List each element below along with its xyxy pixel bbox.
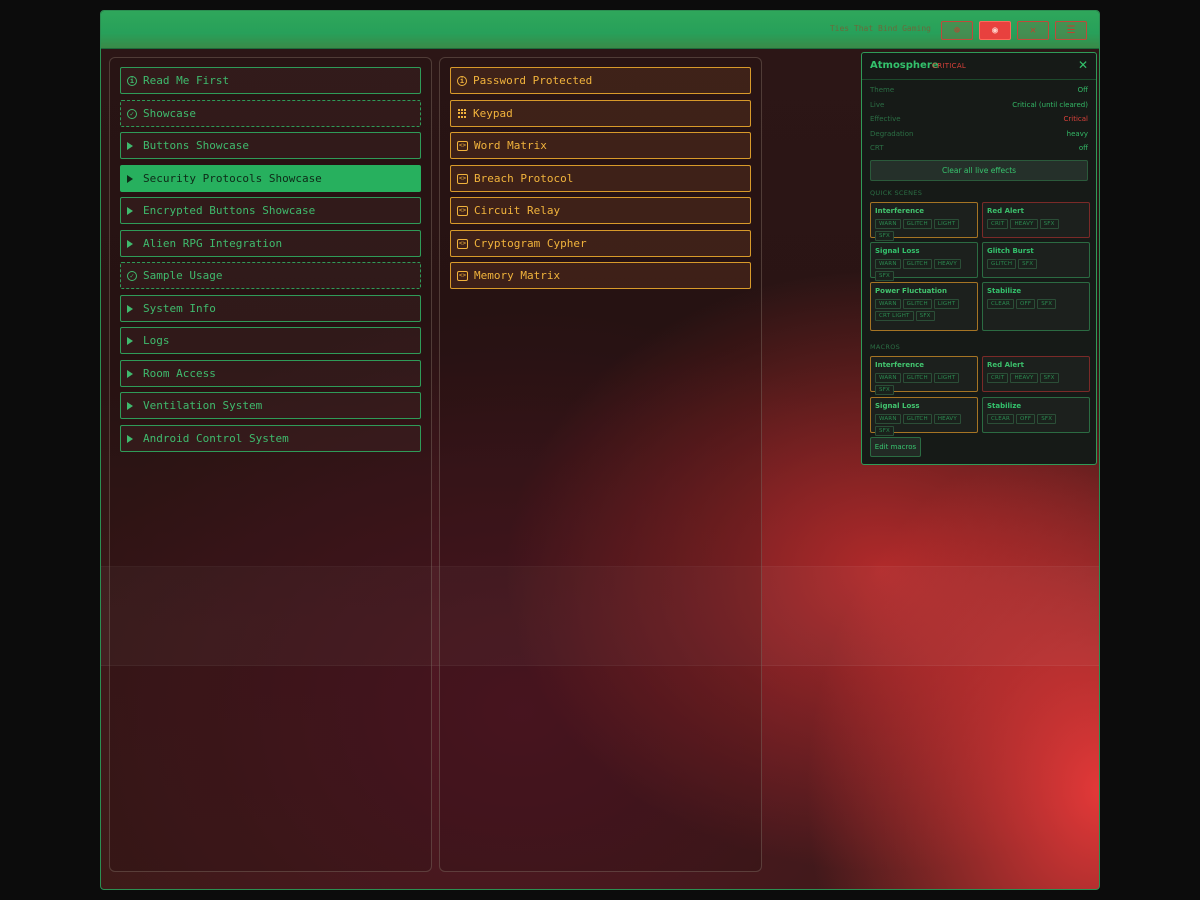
check-icon: ✓ (127, 108, 137, 119)
row-effective: Effective Critical (870, 115, 1088, 123)
atmosphere-panel: Atmosphere CRITICAL ✕ Theme Off Live Criti… (861, 52, 1097, 465)
triangle-icon (127, 206, 133, 215)
scene-signal-loss[interactable]: Signal Loss WARN GLITCH HEAVY SFX (870, 242, 978, 281)
macro-signal-loss[interactable]: Signal Loss WARN GLITCH HEAVY SFX (870, 397, 978, 436)
list-item-breach-protocol[interactable]: <> Breach Protocol (450, 165, 751, 192)
list-item-circuit-relay[interactable]: <> Circuit Relay (450, 197, 751, 224)
triangle-icon (127, 239, 133, 248)
row-degradation: Degradation heavy (870, 130, 1088, 138)
list-item-sample-usage[interactable]: ✓ Sample Usage (120, 262, 421, 289)
tools-button[interactable]: ✕ (1017, 21, 1049, 40)
triangle-icon (127, 304, 133, 313)
status-badge: CRITICAL (932, 62, 967, 70)
scene-glitch-burst[interactable]: Glitch Burst GLITCH SFX (982, 242, 1090, 278)
info-icon: i (127, 75, 137, 86)
atmosphere-button[interactable]: ◉ (979, 21, 1011, 40)
list-item-buttons-showcase[interactable]: Buttons Showcase (120, 132, 421, 159)
list-item-system-info[interactable]: System Info (120, 295, 421, 322)
edit-macros-button[interactable]: Edit macros (870, 437, 921, 457)
list-item-cryptogram-cypher[interactable]: <> Cryptogram Cypher (450, 230, 751, 257)
list-item-password-protected[interactable]: i Password Protected (450, 67, 751, 94)
scene-interference[interactable]: Interference WARN GLITCH LIGHT SFX (870, 202, 978, 241)
scene-stabilize[interactable]: Stabilize CLEAR OFF SFX (982, 282, 1090, 331)
macros-heading: MACROS (870, 343, 901, 351)
list-item-logs[interactable]: Logs (120, 327, 421, 354)
list-item-word-matrix[interactable]: <> Word Matrix (450, 132, 751, 159)
code-icon: <> (457, 140, 468, 151)
row-crt: CRT off (870, 144, 1088, 152)
tools-icon: ✕ (1029, 25, 1037, 36)
triangle-icon (127, 369, 133, 378)
row-theme: Theme Off (870, 86, 1088, 94)
triangle-icon (127, 434, 133, 443)
clear-effects-button[interactable]: Clear all live effects (870, 160, 1088, 181)
macro-red-alert[interactable]: Red Alert CRIT HEAVY SFX (982, 356, 1090, 392)
code-icon: <> (457, 173, 468, 184)
macro-stabilize[interactable]: Stabilize CLEAR OFF SFX (982, 397, 1090, 433)
keypad-icon (457, 108, 467, 119)
list-item-read-me-first[interactable]: i Read Me First (120, 67, 421, 94)
middle-panel: i Password Protected Keypad <> Word Matrix… (439, 57, 762, 872)
row-live: Live Critical (until cleared) (870, 101, 1088, 109)
list-item-room-access[interactable]: Room Access (120, 360, 421, 387)
check-icon: ✓ (127, 270, 137, 281)
divider (862, 79, 1096, 80)
code-icon: <> (457, 238, 468, 249)
macro-interference[interactable]: Interference WARN GLITCH LIGHT SFX (870, 356, 978, 395)
list-item-showcase[interactable]: ✓ Showcase (120, 100, 421, 127)
globe-button[interactable]: ⊕ (941, 21, 973, 40)
list-item-alien-rpg-integration[interactable]: Alien RPG Integration (120, 230, 421, 257)
atmosphere-title: Atmosphere (870, 60, 939, 71)
left-panel: i Read Me First ✓ Showcase Buttons Showcas… (109, 57, 432, 872)
triangle-icon (127, 336, 133, 345)
list-item-android-control-system[interactable]: Android Control System (120, 425, 421, 452)
top-bar: Ties That Bind Gaming ⊕ ◉ ✕ ☰ (101, 11, 1099, 49)
triangle-icon (127, 174, 133, 183)
info-icon: i (457, 75, 467, 86)
triangle-icon (127, 141, 133, 150)
list-item-security-protocols-showcase[interactable]: Security Protocols Showcase (120, 165, 421, 192)
close-icon[interactable]: ✕ (1078, 58, 1088, 72)
triangle-icon (127, 401, 133, 410)
quick-scenes-heading: QUICK SCENES (870, 189, 923, 197)
list-item-memory-matrix[interactable]: <> Memory Matrix (450, 262, 751, 289)
atmosphere-icon: ◉ (991, 25, 999, 36)
globe-icon: ⊕ (953, 25, 961, 36)
menu-button[interactable]: ☰ (1055, 21, 1087, 40)
scene-red-alert[interactable]: Red Alert CRIT HEAVY SFX (982, 202, 1090, 238)
code-icon: <> (457, 205, 468, 216)
code-icon: <> (457, 270, 468, 281)
list-item-keypad[interactable]: Keypad (450, 100, 751, 127)
list-item-encrypted-buttons-showcase[interactable]: Encrypted Buttons Showcase (120, 197, 421, 224)
brand-label: Ties That Bind Gaming (829, 24, 931, 33)
menu-icon: ☰ (1066, 25, 1076, 36)
scene-power-fluctuation[interactable]: Power Fluctuation WARN GLITCH LIGHT CRT LIG… (870, 282, 978, 331)
list-item-ventilation-system[interactable]: Ventilation System (120, 392, 421, 419)
